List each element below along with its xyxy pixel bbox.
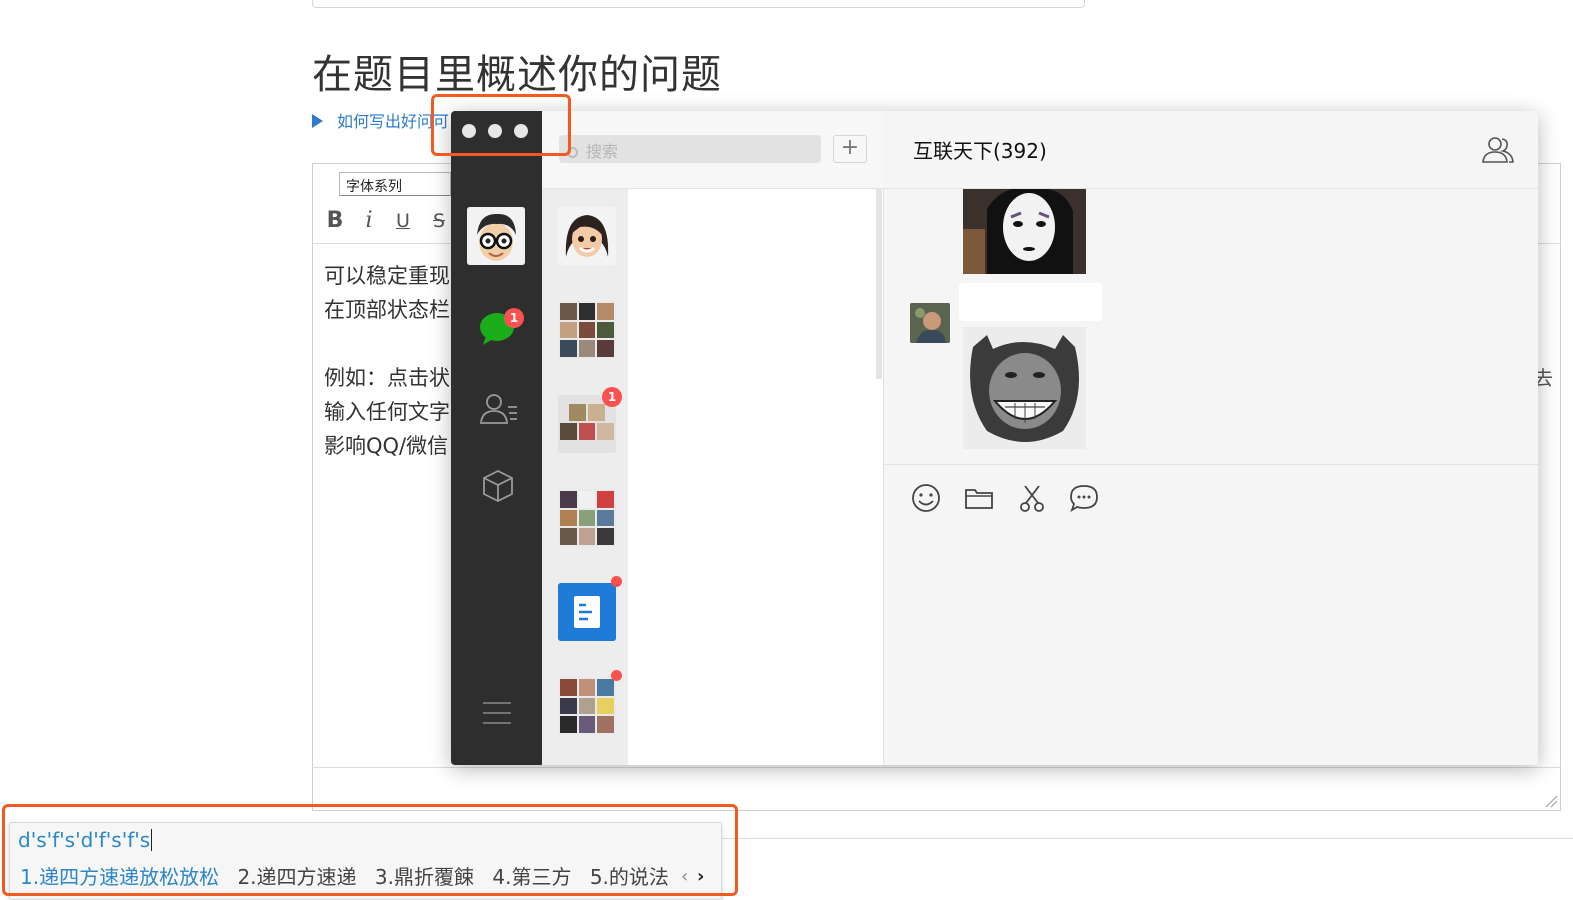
group-grid-icon xyxy=(558,677,616,735)
chat-title: 互联天下(392) xyxy=(913,139,1047,163)
list-scrollbar[interactable] xyxy=(876,189,882,379)
sticker-message[interactable] xyxy=(963,327,1086,449)
message-bubble[interactable] xyxy=(959,283,1102,321)
wechat-window: 1 搜索 + 1 互联天下(392) xyxy=(451,111,1538,765)
traffic-lights-highlight xyxy=(431,94,571,156)
favorites-cube-icon[interactable] xyxy=(481,469,515,503)
girl-avatar-icon xyxy=(558,207,616,265)
doc-avatar xyxy=(558,583,616,641)
resize-grip-icon[interactable] xyxy=(1544,794,1558,808)
unread-badge: 1 xyxy=(602,387,622,407)
strikethrough-button[interactable]: S xyxy=(426,210,452,232)
list-item[interactable] xyxy=(542,189,628,283)
list-item[interactable] xyxy=(542,283,628,377)
underline-button[interactable]: U xyxy=(390,210,416,232)
scissors-icon[interactable] xyxy=(1016,483,1048,513)
unread-dot xyxy=(611,670,622,681)
contacts-icon[interactable] xyxy=(479,391,519,425)
editor-text-line: 例如：点击状 xyxy=(324,366,450,390)
group-grid-icon xyxy=(558,489,616,547)
chat-history-icon[interactable] xyxy=(1068,483,1100,513)
help-link-text: 如何写出好问 xyxy=(337,112,434,131)
input-divider xyxy=(884,464,1538,465)
group-avatar xyxy=(558,677,616,735)
list-item[interactable] xyxy=(542,471,628,565)
grinning-cat-sticker-icon xyxy=(963,327,1086,449)
group-avatar xyxy=(558,489,616,547)
font-family-select[interactable]: 字体系列 xyxy=(339,172,451,196)
unread-dot xyxy=(611,576,622,587)
add-chat-button[interactable]: + xyxy=(833,135,867,163)
my-avatar[interactable] xyxy=(467,207,525,265)
editor-text-line: 在顶部状态栏 xyxy=(324,298,450,322)
editor-footer-divider xyxy=(312,767,1561,768)
group-members-icon[interactable] xyxy=(1481,135,1515,165)
search-input[interactable]: 搜索 xyxy=(559,135,821,163)
group-avatar xyxy=(558,301,616,359)
italic-button[interactable]: i xyxy=(356,208,382,233)
folder-icon[interactable] xyxy=(963,483,995,513)
triangle-right-icon xyxy=(312,114,323,128)
unread-badge: 1 xyxy=(504,308,524,328)
editor-text-line: 输入任何文字 xyxy=(324,400,450,424)
sticker-message[interactable] xyxy=(963,189,1086,274)
search-placeholder: 搜索 xyxy=(586,142,619,161)
list-item[interactable]: 1 xyxy=(542,377,628,471)
top-input-field[interactable] xyxy=(312,0,1085,8)
group-grid-icon xyxy=(558,301,616,359)
ime-highlight xyxy=(2,804,738,896)
editor-text-line: 影响QQ/微信 xyxy=(324,434,449,458)
list-item[interactable] xyxy=(542,565,628,659)
boy-glasses-avatar-icon xyxy=(467,207,525,265)
help-link[interactable]: 如何写出好问可 xyxy=(312,108,449,132)
page-title: 在题目里概述你的问题 xyxy=(312,52,722,98)
no-face-mask-sticker-icon xyxy=(963,189,1086,274)
menu-hamburger-icon[interactable] xyxy=(483,701,511,725)
list-item[interactable] xyxy=(542,659,628,753)
bold-button[interactable]: B xyxy=(322,208,348,233)
emoji-icon[interactable] xyxy=(910,483,942,513)
editor-text-line: 可以稳定重现 xyxy=(324,264,450,288)
sender-avatar[interactable] xyxy=(910,303,950,343)
document-icon xyxy=(558,583,616,641)
photo-avatar-icon xyxy=(910,303,950,343)
avatar xyxy=(558,207,616,265)
